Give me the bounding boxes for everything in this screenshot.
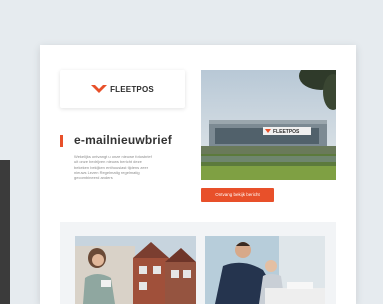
logo-chevron-icon <box>91 85 108 93</box>
woman-with-houses-photo-icon <box>75 236 196 304</box>
hero-office-image: FLEETPOS <box>201 70 336 180</box>
hero-sign-text: FLEETPOS <box>273 129 300 135</box>
men-at-desk-photo-icon <box>205 236 325 304</box>
office-building-photo-icon: FLEETPOS <box>201 70 336 180</box>
intro-line: gecombineerd anders <box>74 175 113 181</box>
newsletter-intro-text: Wekelijks ontvangt u onze nieuwe fotosbr… <box>74 154 194 180</box>
heading-accent-bar <box>60 135 63 147</box>
photo-men-desk <box>205 236 325 304</box>
photo-woman-houses <box>75 236 196 304</box>
brand-logo[interactable]: FLEETPOS <box>60 70 185 108</box>
subscribe-button[interactable]: Ontvang bekijk bericht <box>201 188 274 202</box>
left-dark-strip <box>0 160 10 304</box>
newsletter-heading: e-mailnieuwbrief <box>74 133 172 147</box>
logo-text: FLEETPOS <box>110 84 154 94</box>
